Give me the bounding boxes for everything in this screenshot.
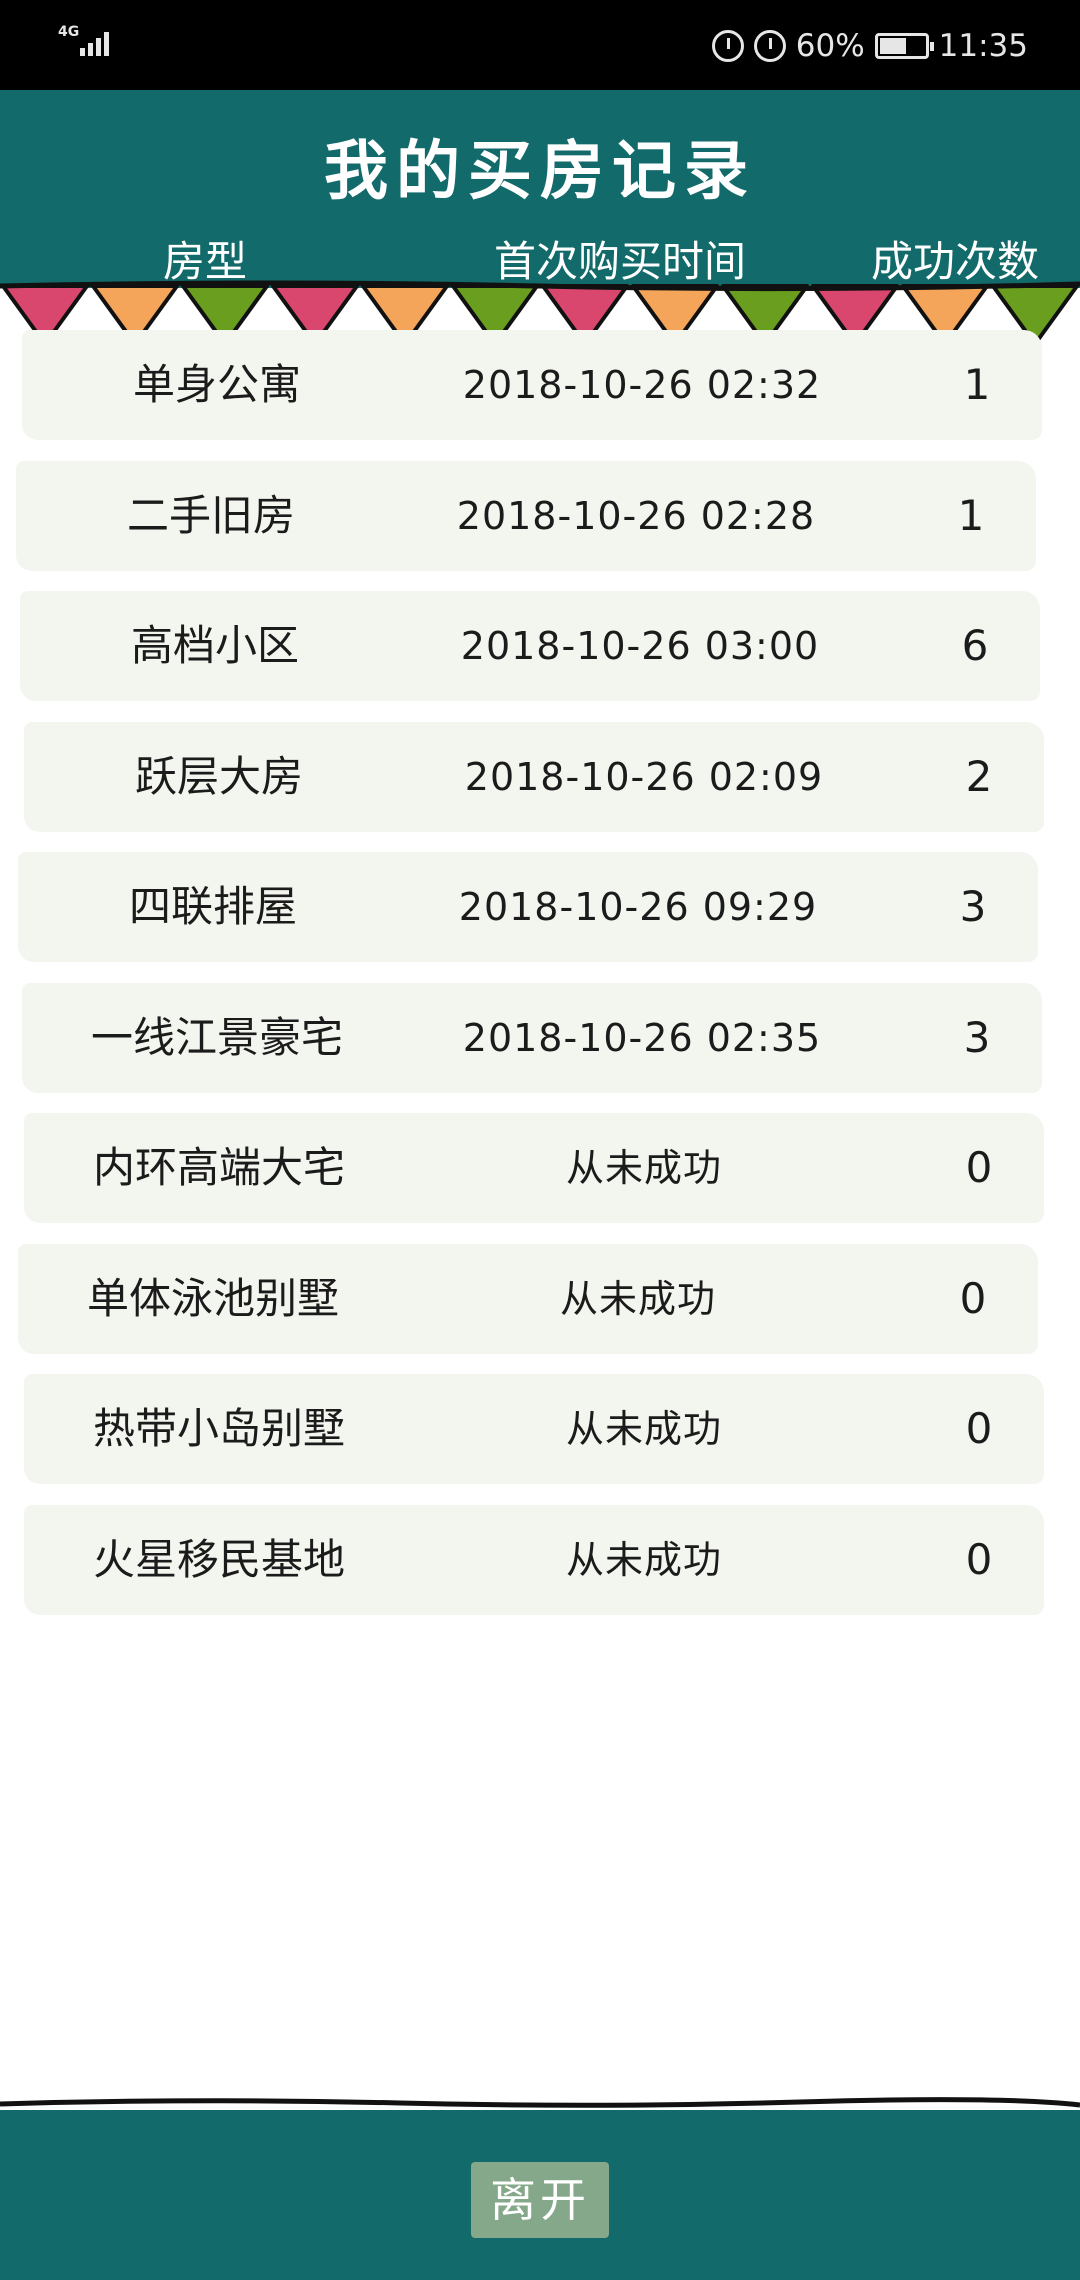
- success-count-cell: 6: [961, 621, 989, 670]
- house-type-cell: 火星移民基地: [92, 1534, 345, 1584]
- first-purchase-time-cell: 从未成功: [565, 1537, 722, 1582]
- first-purchase-time-cell: 2018-10-26 02:09: [464, 754, 824, 799]
- success-count-cell: 0: [965, 1534, 993, 1584]
- table-row: 热带小岛别墅 从未成功 0: [24, 1374, 1044, 1484]
- table-row: 四联排屋 2018-10-26 09:29 3: [18, 852, 1038, 962]
- table-row: 火星移民基地 从未成功 0: [24, 1504, 1044, 1615]
- page-title: 我的买房记录: [324, 135, 756, 209]
- success-count-cell: 3: [963, 1012, 991, 1062]
- success-count-cell: 0: [959, 1273, 987, 1323]
- table-row: 单体泳池别墅 从未成功 0: [18, 1243, 1038, 1354]
- house-type-cell: 四联排屋: [128, 882, 297, 931]
- table-row: 高档小区 2018-10-26 03:00 6: [20, 591, 1040, 701]
- house-type-cell: 高档小区: [130, 621, 299, 670]
- network-type: 4G: [58, 24, 80, 40]
- success-count-cell: 2: [965, 751, 993, 801]
- house-type-cell: 内环高端大宅: [92, 1143, 345, 1192]
- house-type-cell: 单体泳池别墅: [86, 1273, 339, 1323]
- house-type-cell: 跃层大房: [134, 751, 303, 801]
- header: 我的买房记录 房型 首次购买时间 成功次数: [0, 90, 1080, 288]
- clock: 11:35: [938, 28, 1028, 64]
- table-row: 一线江景豪宅 2018-10-26 02:35 3: [22, 982, 1042, 1093]
- battery-fill: [879, 38, 906, 54]
- leave-button[interactable]: 离开: [471, 2162, 609, 2238]
- house-type-cell: 热带小岛别墅: [92, 1404, 345, 1453]
- table-row: 内环高端大宅 从未成功 0: [24, 1113, 1044, 1223]
- table-row: 二手旧房 2018-10-26 02:28 1: [16, 460, 1036, 571]
- status-right: 60% 11:35: [711, 22, 1028, 70]
- first-purchase-time-cell: 从未成功: [565, 1407, 722, 1451]
- footer: 离开: [0, 2110, 1080, 2280]
- success-count-cell: 0: [965, 1404, 993, 1453]
- success-count-cell: 1: [963, 360, 991, 409]
- house-type-cell: 单身公寓: [132, 360, 301, 409]
- first-purchase-time-cell: 从未成功: [565, 1146, 722, 1190]
- first-purchase-time-cell: 2018-10-26 03:00: [460, 624, 820, 668]
- success-count-cell: 1: [957, 490, 985, 540]
- footer-divider: [0, 2097, 1080, 2108]
- first-purchase-time-cell: 2018-10-26 02:28: [456, 493, 816, 538]
- success-count-cell: 3: [959, 882, 987, 931]
- status-bar: 4G 60% 11:35: [0, 0, 1080, 90]
- success-count-cell: 0: [965, 1143, 993, 1192]
- battery-percent: 60%: [795, 28, 865, 64]
- table-row: 跃层大房 2018-10-26 02:09 2: [24, 721, 1044, 832]
- house-type-cell: 二手旧房: [126, 490, 295, 540]
- alarm-icon: [753, 30, 786, 62]
- table-row: 单身公寓 2018-10-26 02:32 1: [22, 330, 1042, 440]
- first-purchase-time-cell: 2018-10-26 02:32: [462, 363, 822, 407]
- first-purchase-time-cell: 2018-10-26 02:35: [462, 1015, 822, 1060]
- first-purchase-time-cell: 2018-10-26 09:29: [458, 885, 818, 929]
- signal-bars-icon: [80, 32, 109, 56]
- first-purchase-time-cell: 从未成功: [559, 1276, 716, 1321]
- house-type-cell: 一线江景豪宅: [90, 1012, 343, 1062]
- battery-icon: [874, 33, 934, 59]
- data-saver-icon: [711, 30, 744, 62]
